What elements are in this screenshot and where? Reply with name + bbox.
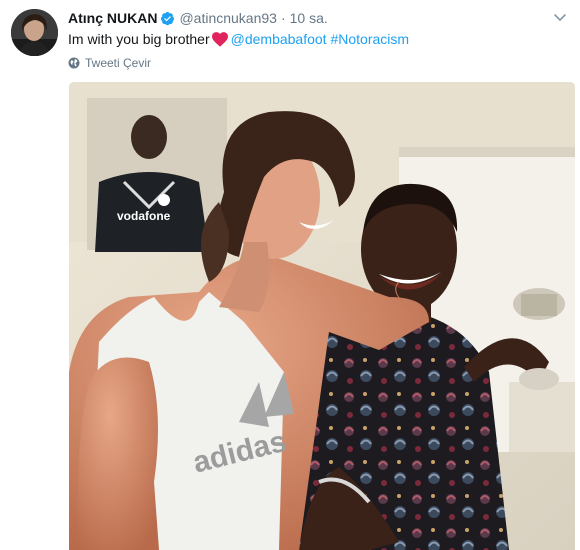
mention-link[interactable]: @dembabafoot xyxy=(231,30,327,48)
translate-tweet-button[interactable]: Tweeti Çevir xyxy=(68,56,151,70)
red-heart-icon xyxy=(211,31,229,47)
poster-sponsor-text: vodafone xyxy=(117,209,171,223)
author-name[interactable]: Atınç NUKAN xyxy=(68,10,157,26)
tweet-timestamp[interactable]: 10 sa. xyxy=(290,10,328,26)
globe-icon xyxy=(68,57,80,69)
translate-label: Tweeti Çevir xyxy=(85,56,152,70)
author-avatar[interactable] xyxy=(11,9,58,56)
author-handle[interactable]: @atincnukan93 xyxy=(179,10,277,26)
header-separator: · xyxy=(280,10,286,26)
hashtag-link[interactable]: #Notoracism xyxy=(330,30,409,48)
verified-badge-icon xyxy=(160,11,175,26)
tweet-photo[interactable]: vodafone adidas xyxy=(69,82,575,550)
tweet-header: Atınç NUKAN @atincnukan93 · 10 sa. xyxy=(68,9,328,27)
tweet-card[interactable]: Atınç NUKAN @atincnukan93 · 10 sa. Im wi… xyxy=(0,0,580,550)
tweet-text: Im with you big brother @dembabafoot #No… xyxy=(68,30,409,48)
tweet-text-plain: Im with you big brother xyxy=(68,31,210,47)
chevron-down-icon[interactable] xyxy=(552,9,568,25)
